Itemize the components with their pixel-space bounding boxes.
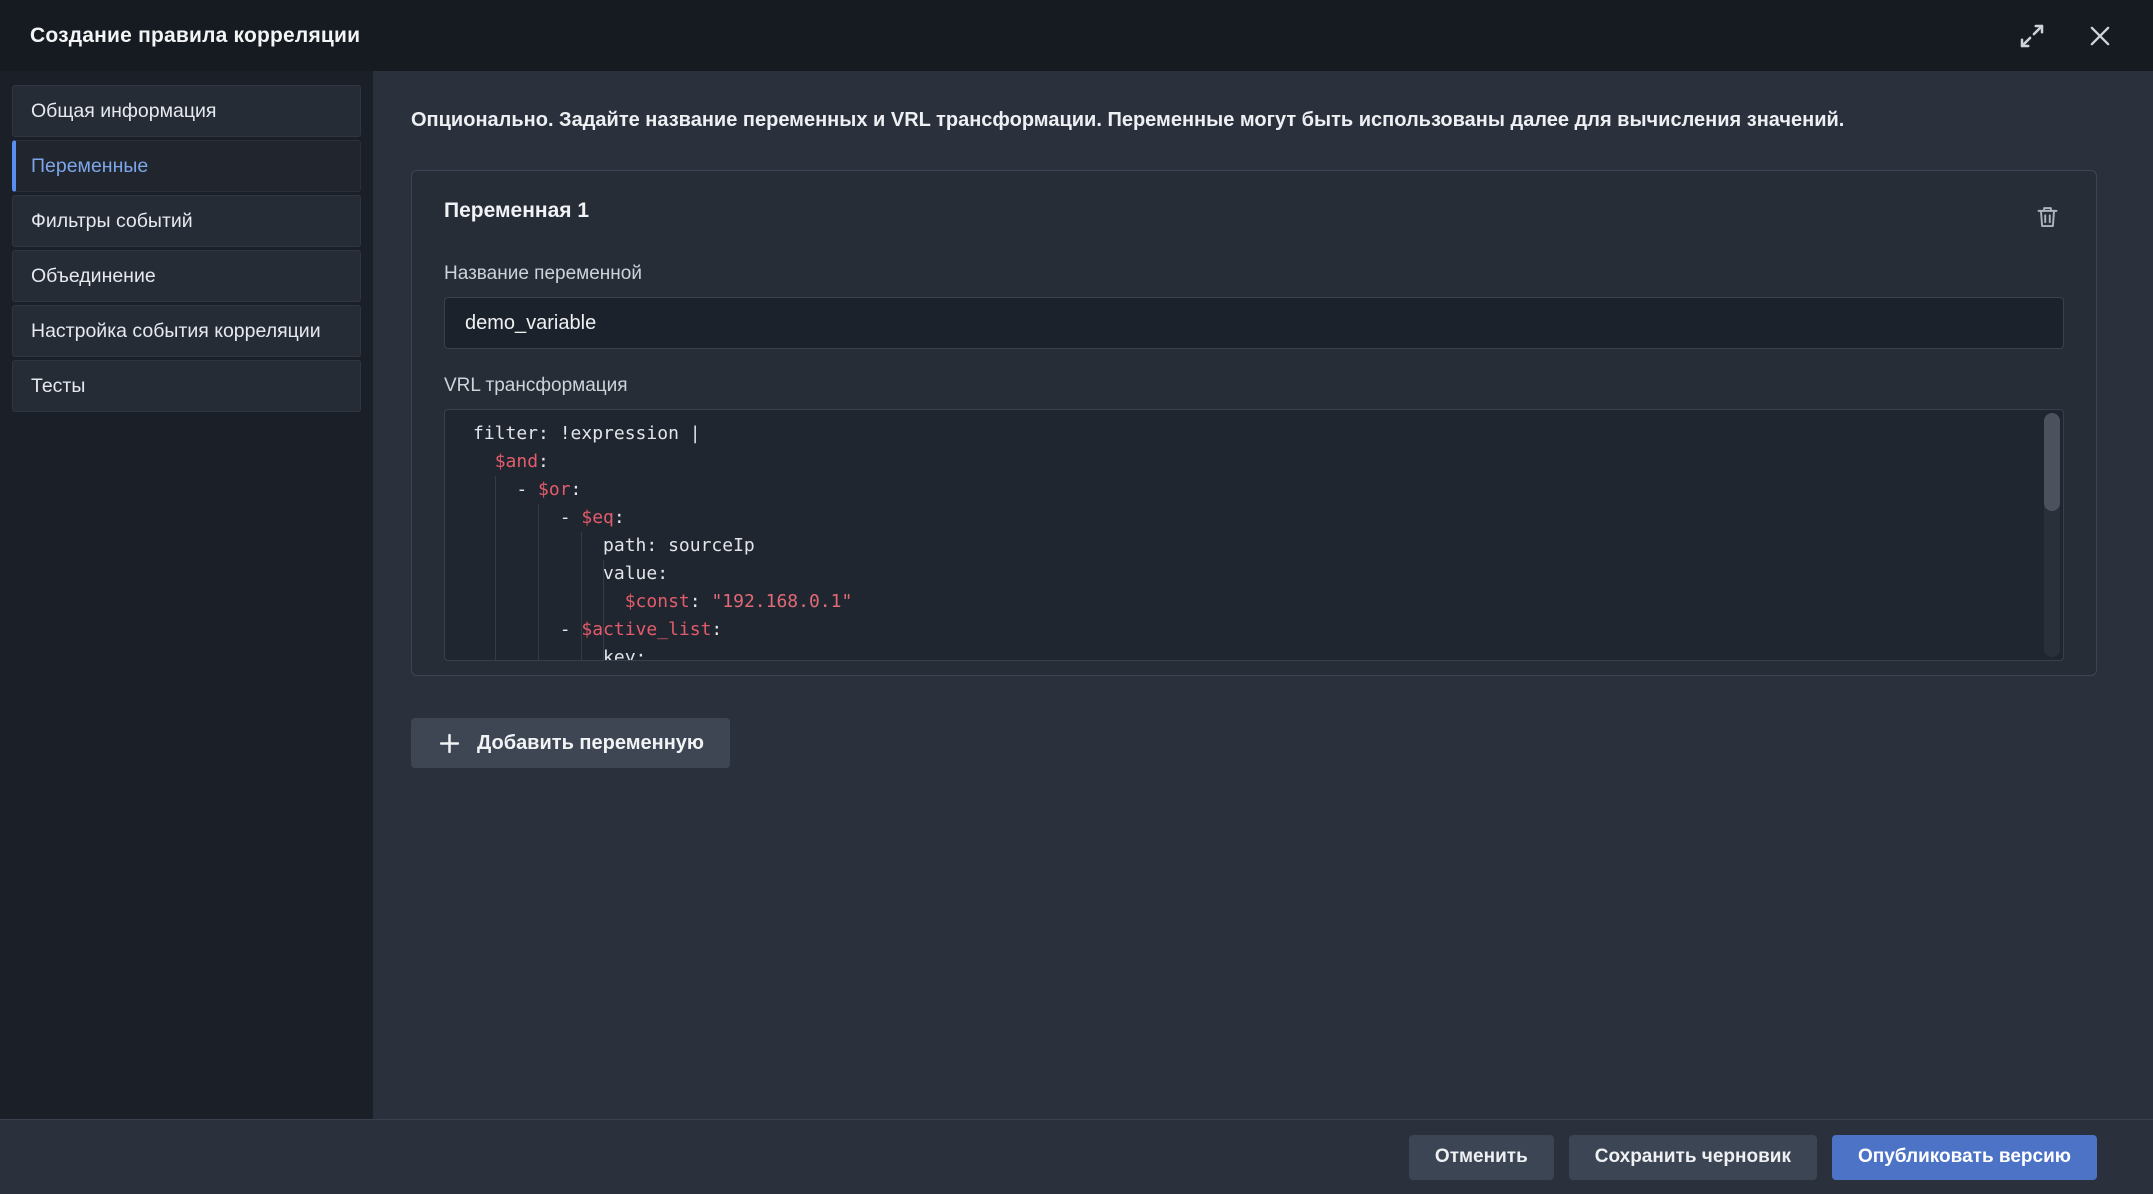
publish-version-button[interactable]: Опубликовать версию xyxy=(1832,1135,2097,1180)
sidebar-item-label: Переменные xyxy=(31,155,148,178)
variable-card: Переменная 1 Название переменной VRL тра… xyxy=(411,170,2097,676)
plus-icon xyxy=(437,731,462,756)
step-description: Опционально. Задайте название переменных… xyxy=(411,107,2097,134)
sidebar-nav: Общая информация Переменные Фильтры событи… xyxy=(0,71,373,1119)
save-draft-button[interactable]: Сохранить черновик xyxy=(1569,1135,1817,1180)
code-line: - $eq: xyxy=(473,504,2033,532)
code-line: key: xyxy=(473,644,2033,661)
header-actions xyxy=(2013,17,2123,55)
sidebar-item-label: Общая информация xyxy=(31,100,216,123)
sidebar-item-join[interactable]: Объединение xyxy=(12,250,361,302)
vrl-code: filter: !expression | $and: - $or: - $eq… xyxy=(445,410,2063,661)
sidebar-item-event-filters[interactable]: Фильтры событий xyxy=(12,195,361,247)
sidebar-item-label: Настройка события корреляции xyxy=(31,320,321,343)
sidebar-item-general[interactable]: Общая информация xyxy=(12,85,361,137)
create-correlation-rule-modal: Создание правила корреляции Общая информ xyxy=(0,0,2153,1194)
main-content: Опционально. Задайте название переменных… xyxy=(373,71,2153,1119)
modal-header: Создание правила корреляции xyxy=(0,0,2153,71)
indent-guide xyxy=(495,476,496,660)
sidebar-item-tests[interactable]: Тесты xyxy=(12,360,361,412)
variable-card-title: Переменная 1 xyxy=(444,199,589,223)
code-line: filter: !expression | xyxy=(473,420,2033,448)
variable-name-input[interactable] xyxy=(444,297,2064,349)
cancel-button[interactable]: Отменить xyxy=(1409,1135,1554,1180)
indent-guide xyxy=(603,560,604,660)
variable-card-header: Переменная 1 xyxy=(444,199,2064,233)
indent-guide xyxy=(581,532,582,660)
modal-body: Общая информация Переменные Фильтры событи… xyxy=(0,71,2153,1119)
vrl-transform-label: VRL трансформация xyxy=(444,375,2064,397)
trash-icon[interactable] xyxy=(2030,199,2064,233)
code-line: path: sourceIp xyxy=(473,532,2033,560)
code-line: $const: "192.168.0.1" xyxy=(473,588,2033,616)
indent-guide xyxy=(538,504,539,660)
code-line: - $active_list: xyxy=(473,616,2033,644)
code-line: $and: xyxy=(473,448,2033,476)
code-line: value: xyxy=(473,560,2033,588)
sidebar-item-label: Объединение xyxy=(31,265,156,288)
vrl-code-editor[interactable]: filter: !expression | $and: - $or: - $eq… xyxy=(444,409,2064,661)
editor-scrollbar-thumb[interactable] xyxy=(2044,413,2060,511)
sidebar-item-label: Тесты xyxy=(31,375,85,398)
add-variable-button[interactable]: Добавить переменную xyxy=(411,718,730,768)
add-variable-label: Добавить переменную xyxy=(477,732,704,755)
sidebar-item-variables[interactable]: Переменные xyxy=(12,140,361,192)
modal-footer: Отменить Сохранить черновик Опубликовать… xyxy=(0,1119,2153,1194)
modal-title: Создание правила корреляции xyxy=(30,24,360,48)
code-line: - $or: xyxy=(473,476,2033,504)
variable-name-label: Название переменной xyxy=(444,263,2064,285)
editor-scrollbar[interactable] xyxy=(2044,413,2060,657)
sidebar-item-label: Фильтры событий xyxy=(31,210,193,233)
sidebar-item-correlation-event[interactable]: Настройка события корреляции xyxy=(12,305,361,357)
close-icon[interactable] xyxy=(2081,17,2119,55)
expand-icon[interactable] xyxy=(2013,17,2051,55)
